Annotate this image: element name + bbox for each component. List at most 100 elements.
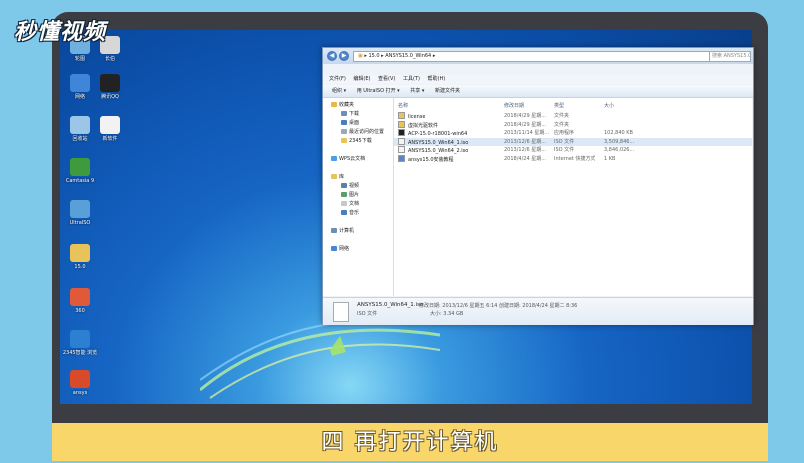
file-size: 3,509,846... (604, 138, 635, 145)
details-filename: ANSYS15.0_Win64_1.iso (357, 302, 424, 308)
address-bar[interactable]: ▣ ▸ 15.0 ▸ ANSYS15.0_Win64 ▸ ▾ (353, 51, 719, 62)
file-row[interactable]: ACP-15.0-r18001-win64 2013/11/14 星期... 应用程… (394, 129, 752, 137)
network-icon (70, 74, 90, 92)
file-type-icon (398, 137, 405, 145)
details-type: ISO 文件 (357, 311, 378, 317)
nav-item-icon (341, 120, 347, 125)
menu-help[interactable]: 帮助(H) (428, 75, 446, 84)
navigation-pane: 收藏夹下载桌面最近访问的位置 2345下载 WPS云文档库视频图片文档音乐计算机网络 (323, 98, 394, 296)
address-row: ◀ ▶ ▣ ▸ 15.0 ▸ ANSYS15.0_Win64 ▸ ▾ ↻ 搜索 … (323, 48, 753, 64)
nav-item-label: 库 (339, 174, 345, 180)
desktop-shortcut[interactable]: Camtasia 9 (60, 158, 100, 185)
desktop-shortcut[interactable]: UltraISO (60, 200, 100, 227)
breadcrumb-15[interactable]: 15.0 (368, 53, 379, 59)
nav-music[interactable]: 音乐 (341, 210, 359, 217)
nav-item-icon (341, 192, 347, 197)
desktop-shortcut-label: ansys (72, 390, 88, 396)
nav-item-icon (341, 210, 347, 215)
file-date: 2013/12/6 星期... (504, 147, 546, 153)
desktop-shortcut-label: UltraISO (69, 220, 91, 226)
file-row[interactable]: license 2018/4/29 星期... 文件夹 (394, 112, 752, 120)
nav-item-icon (341, 201, 347, 206)
nav-2345-downloads[interactable]: 2345下载 (341, 138, 372, 145)
caption-text: 四 再打开计算机 (321, 430, 499, 455)
nav-item-icon (341, 138, 347, 143)
column-date[interactable]: 修改日期 (504, 102, 524, 109)
new-folder-button[interactable]: 新建文件夹 (435, 85, 460, 97)
file-type: 应用程序 (554, 130, 575, 136)
nav-item-label: WPS云文档 (339, 156, 366, 162)
file-type-icon (398, 120, 405, 128)
file-type: 文件夹 (554, 113, 570, 119)
menu-tools[interactable]: 工具(T) (403, 75, 420, 84)
menu-file[interactable]: 文件(F) (329, 75, 346, 84)
explorer-window[interactable]: ◀ ▶ ▣ ▸ 15.0 ▸ ANSYS15.0_Win64 ▸ ▾ ↻ 搜索 … (322, 47, 754, 325)
nav-pictures[interactable]: 图片 (341, 192, 359, 199)
file-type: 文件夹 (554, 121, 570, 128)
nav-item-icon (331, 246, 337, 251)
desktop-shortcut[interactable]: 360 (60, 288, 100, 315)
desktop-shortcut-label: Camtasia 9 (65, 178, 95, 184)
open-with-ultraiso-button[interactable]: 用 UltraISO 打开 ▾ (357, 85, 400, 97)
details-created: 创建日期: 2018/4/24 星期二 8:36 (499, 303, 578, 309)
nav-downloads[interactable]: 下载 (341, 111, 359, 118)
nav-item-label: 下载 (349, 111, 360, 117)
file-size: 3,846,026... (604, 147, 635, 153)
desktop-shortcut-label: 360 (75, 308, 85, 314)
column-size[interactable]: 大小 (604, 102, 614, 109)
app-360-icon (70, 288, 90, 306)
file-size: 102,840 KB (604, 130, 633, 136)
nav-network[interactable]: 网络 (331, 246, 349, 253)
menu-view[interactable]: 查看(V) (378, 75, 395, 84)
nav-desktop[interactable]: 桌面 (341, 120, 359, 127)
file-row[interactable]: 虚拟光驱软件 2018/4/29 星期... 文件夹 (394, 120, 752, 129)
nav-item-label: 文档 (349, 201, 360, 207)
forward-icon[interactable]: ▶ (339, 51, 349, 61)
nav-videos[interactable]: 视频 (341, 183, 359, 190)
details-modified: 修改日期: 2013/12/6 星期五 6:14 (419, 303, 498, 309)
nav-item-label: 计算机 (339, 228, 355, 234)
ansys-doc-icon (70, 370, 90, 388)
file-type: Internet 快捷方式 (554, 155, 596, 162)
column-type[interactable]: 类型 (554, 102, 564, 109)
nav-wps-cloud[interactable]: WPS云文档 (331, 156, 365, 163)
menu-bar: 文件(F) 编辑(E) 查看(V) 工具(T) 帮助(H) (323, 75, 753, 84)
caption-bar: 四 再打开计算机 (52, 423, 768, 461)
file-type: ISO 文件 (554, 138, 575, 145)
desktop-shortcut-label: 15.0 (74, 264, 86, 270)
ultraiso-icon (70, 200, 90, 218)
nav-item-icon (341, 183, 347, 188)
breadcrumb-ansys[interactable]: ANSYS15.0_Win64 (385, 53, 431, 59)
desktop-shortcut[interactable]: 15.0 (60, 244, 100, 271)
organize-button[interactable]: 组织 ▾ (332, 85, 346, 97)
desktop-shortcut[interactable]: ansys (60, 370, 100, 397)
nav-recent-places[interactable]: 最近访问的位置 (341, 129, 384, 136)
desktop-shortcut[interactable]: 腾讯QQ (90, 74, 130, 101)
menu-edit[interactable]: 编辑(E) (353, 75, 370, 84)
file-date: 2018/4/29 星期... (504, 113, 546, 119)
nav-favorites[interactable]: 收藏夹 (331, 102, 354, 109)
nav-item-icon (341, 129, 347, 134)
nav-item-icon (331, 102, 337, 107)
desktop-shortcut[interactable]: 新软件 (90, 116, 130, 143)
file-type-icon (398, 129, 405, 136)
nav-computer[interactable]: 计算机 (331, 228, 354, 235)
desktop-shortcut[interactable]: 2345智能 浏览 (60, 330, 100, 357)
nav-libraries[interactable]: 库 (331, 174, 344, 181)
file-row[interactable]: ansys15.0安装教程 2018/4/24 星期... Internet 快捷方… (394, 154, 752, 164)
details-pane: ANSYS15.0_Win64_1.iso 修改日期: 2013/12/6 星期… (323, 297, 753, 325)
file-date: 2013/11/14 星期... (504, 130, 550, 136)
column-name[interactable]: 名称 (398, 102, 408, 109)
file-row[interactable]: ANSYS15.0_Win64_1.iso 2013/12/6 星期... ISO … (394, 137, 752, 146)
search-input[interactable]: 搜索 ANSYS15.0 (709, 51, 751, 62)
nav-item-icon (331, 174, 337, 179)
nav-item-label: 图片 (349, 192, 360, 198)
back-icon[interactable]: ◀ (327, 51, 337, 61)
file-name: ansys15.0安装教程 (398, 154, 454, 164)
file-type: ISO 文件 (554, 147, 575, 153)
nav-item-label: 收藏夹 (339, 102, 355, 108)
file-row[interactable]: ANSYS15.0_Win64_2.iso 2013/12/6 星期... ISO … (394, 146, 752, 154)
watermark-logo: 秒懂视频 (14, 20, 107, 45)
nav-documents[interactable]: 文档 (341, 201, 359, 208)
share-button[interactable]: 共享 ▾ (410, 85, 424, 97)
